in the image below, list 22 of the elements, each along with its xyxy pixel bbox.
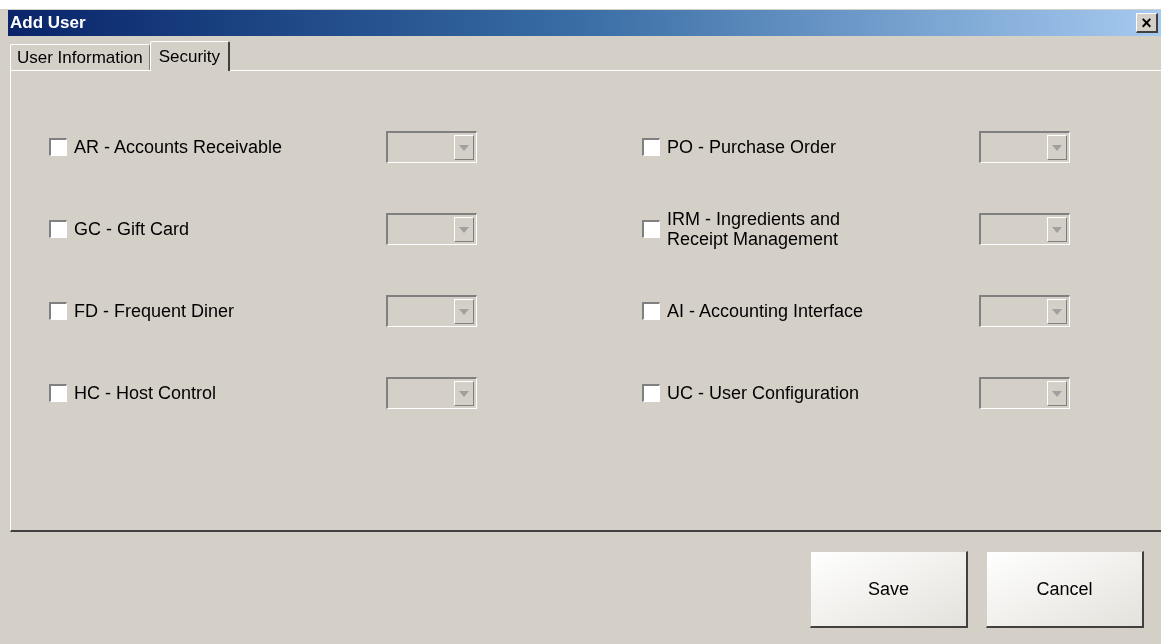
- checkbox[interactable]: [642, 220, 660, 238]
- checkbox[interactable]: [49, 220, 67, 238]
- dialog-button[interactable]: Cancel: [986, 551, 1144, 628]
- checkbox-label: HC - Host Control: [74, 383, 218, 403]
- checkbox-label: PO - Purchase Order: [667, 137, 838, 157]
- checkbox[interactable]: [642, 384, 660, 402]
- checkbox-label: IRM - Ingredients and Receipt Management: [667, 209, 842, 249]
- checkbox-label: AI - Accounting Interface: [667, 301, 865, 321]
- tab[interactable]: Security: [149, 41, 231, 71]
- checkbox-label: FD - Frequent Diner: [74, 301, 236, 321]
- dialog-button[interactable]: Save: [810, 551, 968, 628]
- checkbox-label: GC - Gift Card: [74, 219, 190, 239]
- close-button[interactable]: ×: [1136, 13, 1158, 33]
- checkbox[interactable]: [642, 138, 660, 156]
- checkbox[interactable]: [642, 302, 660, 320]
- checkbox[interactable]: [49, 384, 67, 402]
- window-title: Add User: [10, 12, 87, 35]
- checkbox-label: UC - User Configuration: [667, 383, 861, 403]
- checkbox[interactable]: [49, 138, 67, 156]
- checkbox[interactable]: [49, 302, 67, 320]
- tab[interactable]: User Information: [10, 44, 150, 70]
- checkbox-label: AR - Accounts Receivable: [74, 137, 284, 157]
